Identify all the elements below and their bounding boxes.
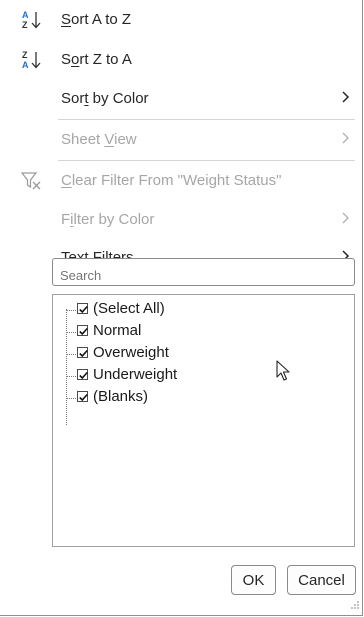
- cancel-button[interactable]: Cancel: [287, 565, 356, 595]
- checkbox-checked-icon[interactable]: [77, 303, 88, 314]
- svg-text:Z: Z: [22, 50, 28, 60]
- chevron-right-icon: [340, 89, 352, 105]
- mouse-pointer-icon: [276, 360, 290, 387]
- list-item-label: (Select All): [93, 300, 165, 317]
- filter-values-list[interactable]: (Select All) Normal Overweight Underweig…: [52, 294, 355, 547]
- clear-filter-label: Clear Filter From "Weight Status": [61, 172, 282, 189]
- filter-by-color-label: Filter by Color: [61, 211, 155, 228]
- sheet-view-label: Sheet View: [61, 131, 137, 148]
- checkbox-checked-icon[interactable]: [77, 347, 88, 358]
- filter-by-color-item: Filter by Color: [0, 200, 362, 240]
- clear-filter-item: Clear Filter From "Weight Status": [0, 161, 362, 201]
- ok-button[interactable]: OK: [231, 565, 276, 595]
- list-item-select-all[interactable]: (Select All): [53, 299, 353, 320]
- list-item-overweight[interactable]: Overweight: [53, 343, 353, 364]
- sort-a-to-z-item[interactable]: A Z Sort A to Z: [0, 0, 362, 40]
- list-item-label: (Blanks): [93, 388, 149, 405]
- list-item-label: Normal: [93, 322, 142, 339]
- sort-z-to-a-item[interactable]: Z A Sort Z to A: [0, 40, 362, 80]
- list-item-label: Underweight: [93, 366, 178, 383]
- sheet-view-item: Sheet View: [0, 120, 362, 160]
- chevron-right-icon: [340, 210, 352, 226]
- svg-text:A: A: [22, 60, 29, 70]
- chevron-right-icon: [340, 130, 352, 146]
- sort-a-to-z-icon: A Z: [20, 9, 44, 31]
- sort-by-color-item[interactable]: Sort by Color: [0, 79, 362, 119]
- svg-text:Z: Z: [22, 20, 28, 30]
- sort-a-to-z-label: Sort A to Z: [61, 11, 132, 28]
- svg-text:A: A: [22, 10, 29, 20]
- checkbox-checked-icon[interactable]: [77, 369, 88, 380]
- list-item-underweight[interactable]: Underweight: [53, 365, 353, 386]
- sort-z-to-a-icon: Z A: [20, 49, 44, 71]
- search-input[interactable]: [52, 258, 355, 286]
- sort-by-color-label: Sort by Color: [61, 90, 149, 107]
- resize-grip-icon[interactable]: [350, 597, 360, 615]
- checkbox-checked-icon[interactable]: [77, 391, 88, 402]
- clear-filter-icon: [20, 170, 44, 192]
- list-item-normal[interactable]: Normal: [53, 321, 353, 342]
- list-item-label: Overweight: [93, 344, 169, 361]
- checkbox-checked-icon[interactable]: [77, 325, 88, 336]
- sort-z-to-a-label: Sort Z to A: [61, 51, 132, 68]
- list-item-blanks[interactable]: (Blanks): [53, 387, 353, 408]
